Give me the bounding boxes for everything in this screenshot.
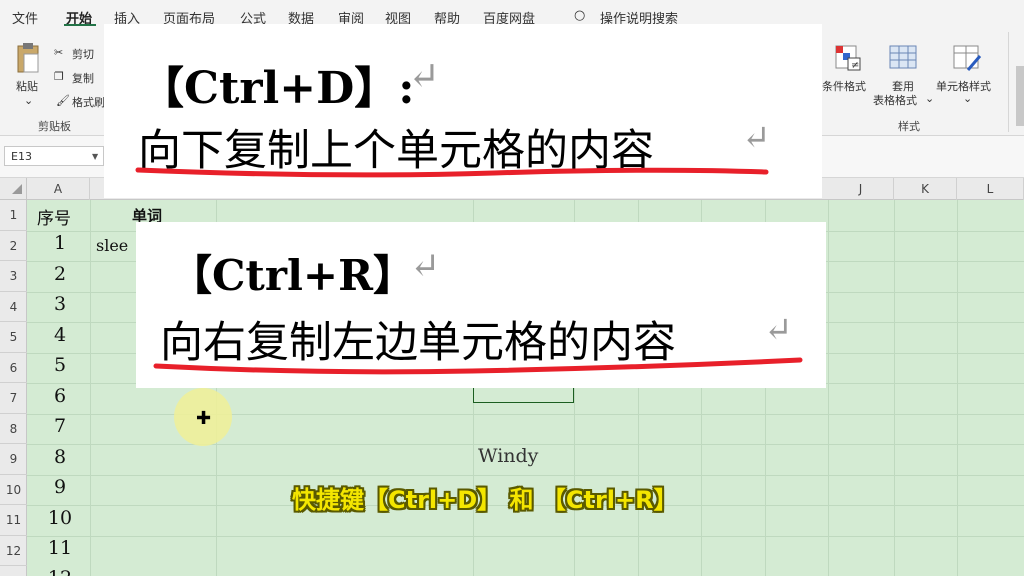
row-header-cell[interactable]: 6 (0, 353, 27, 383)
conditional-format-icon[interactable]: ≠ (834, 44, 862, 72)
copy-button[interactable]: 复制 (72, 70, 94, 86)
cell-styles-icon[interactable] (952, 44, 982, 72)
brush-icon[interactable]: 🖌 (56, 94, 70, 107)
column-l-header[interactable]: L (957, 178, 1024, 200)
row-header-cell[interactable]: 3 (0, 261, 27, 292)
copy-icon[interactable]: ❐ (54, 70, 64, 83)
cell-a1[interactable]: 序号 (37, 204, 71, 229)
column-j-header[interactable]: J (828, 178, 894, 200)
gridline (90, 200, 91, 576)
cell-b2[interactable]: slee (96, 236, 128, 255)
cut-button[interactable]: 剪切 (72, 46, 94, 62)
row-header: 1 2 3 4 5 6 7 8 9 10 11 12 (0, 200, 27, 576)
gridline (27, 535, 1024, 537)
row-header-cell[interactable]: 10 (0, 475, 27, 505)
cell-a8[interactable]: 7 (30, 415, 90, 437)
cell-a11[interactable]: 10 (30, 507, 90, 529)
card-title: 【Ctrl+R】 (170, 251, 416, 300)
red-underline (153, 357, 803, 375)
gridline (27, 474, 1024, 476)
cell-a2[interactable]: 1 (30, 232, 90, 254)
row-header-cell[interactable]: 7 (0, 383, 27, 414)
cell-a3[interactable]: 2 (30, 263, 90, 285)
chevron-down-icon[interactable]: ⌄ (963, 92, 972, 105)
shortcut-card-ctrl-d: 【Ctrl+D】: ↵ 向下复制上个单元格的内容 ↵ (104, 24, 822, 198)
cell-a6[interactable]: 5 (30, 354, 90, 376)
gridline (957, 200, 958, 576)
cell-a5[interactable]: 4 (30, 324, 90, 346)
cell-a7[interactable]: 6 (30, 385, 90, 407)
row-header-cell[interactable]: 12 (0, 536, 27, 566)
video-subtitle: 快捷键【Ctrl+D】 和 【Ctrl+R】 (292, 486, 678, 514)
cell-a10[interactable]: 9 (30, 476, 90, 498)
format-painter-button[interactable]: 格式刷 (72, 94, 105, 110)
card-title: 【Ctrl+D】: (140, 63, 415, 114)
row-header-cell[interactable]: 8 (0, 414, 27, 444)
row-header-cell[interactable]: 5 (0, 322, 27, 353)
search-icon: ○ (574, 8, 586, 23)
row-header-cell[interactable]: 2 (0, 231, 27, 261)
tab-file[interactable]: 文件 (12, 8, 38, 27)
name-box[interactable]: E13 (4, 146, 104, 166)
gridline (828, 200, 829, 576)
return-mark: ↵ (742, 118, 771, 158)
chevron-down-icon[interactable]: ⌄ (925, 92, 934, 105)
row-header-cell[interactable]: 4 (0, 292, 27, 322)
gridline (894, 200, 895, 576)
return-mark: ↵ (764, 310, 793, 350)
row-header-cell[interactable]: 1 (0, 200, 27, 231)
watermark: Windy (478, 445, 539, 467)
cell-a12[interactable]: 11 (30, 537, 90, 559)
group-divider (1008, 32, 1009, 132)
cell-a9[interactable]: 8 (30, 446, 90, 468)
ribbon-scrollbar[interactable] (1016, 66, 1024, 126)
row-header-cell[interactable]: 11 (0, 505, 27, 536)
clipboard-group-label: 剪贴板 (38, 120, 71, 133)
scissors-icon[interactable]: ✂ (54, 46, 63, 59)
cell-cursor-icon: ✚ (196, 408, 212, 429)
table-format-icon[interactable] (888, 44, 918, 72)
return-mark: ↵ (410, 246, 441, 287)
svg-text:≠: ≠ (851, 60, 859, 71)
styles-group-label: 样式 (898, 120, 920, 133)
row-header-cell[interactable]: 9 (0, 444, 27, 475)
cell-a4[interactable]: 3 (30, 293, 90, 315)
red-underline (135, 167, 769, 178)
paste-icon[interactable] (14, 42, 42, 74)
chevron-down-icon[interactable]: ▼ (92, 152, 98, 161)
column-a-header[interactable]: A (27, 178, 90, 200)
paste-button[interactable]: 粘贴 (16, 78, 38, 94)
shortcut-card-ctrl-r: 【Ctrl+R】 ↵ 向右复制左边单元格的内容 ↵ (136, 222, 826, 388)
return-mark: ↵ (408, 54, 440, 98)
select-all-corner[interactable] (0, 178, 27, 200)
chevron-down-icon[interactable]: ⌄ (24, 94, 33, 107)
column-k-header[interactable]: K (894, 178, 957, 200)
cell-a13[interactable]: 12 (30, 567, 90, 576)
conditional-format-button[interactable]: 条件格式 (822, 78, 866, 94)
ribbon-tab-bar: 文件 开始 插入 页面布局 公式 数据 审阅 视图 帮助 百度网盘 ○ 操作说明… (0, 0, 1024, 27)
table-format-button[interactable]: 表格格式 (873, 92, 917, 108)
select-all-icon (12, 184, 22, 194)
